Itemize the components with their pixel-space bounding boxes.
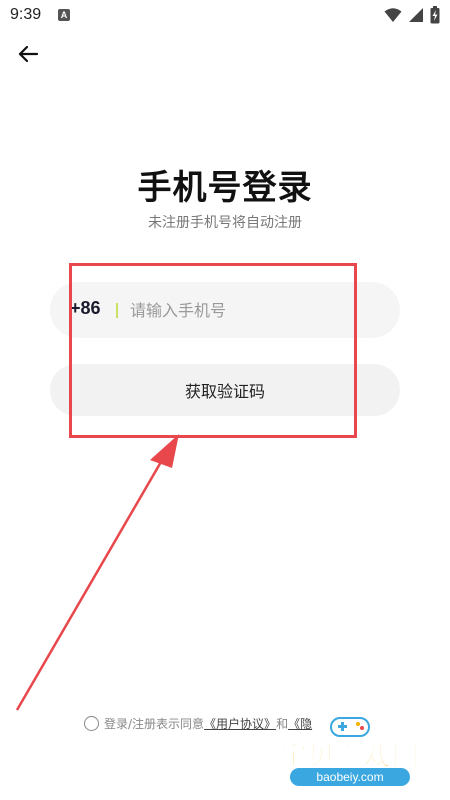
agreement-and: 和 [276, 716, 289, 731]
watermark-url: baobeiy.com [290, 768, 410, 786]
arrow-left-icon [17, 43, 39, 69]
agreement-line: 登录/注册表示同意 《用户协议》 和 《隐 [84, 712, 312, 734]
country-code[interactable]: +86 [70, 298, 101, 319]
page-title: 手机号登录 [137, 168, 313, 208]
get-code-button[interactable]: 获取验证码 [50, 364, 400, 416]
back-button[interactable] [14, 42, 42, 70]
user-agreement-link[interactable]: 《用户协议》 [204, 715, 276, 732]
status-bar: 9:39 A [0, 0, 450, 32]
status-time: 9:39 [10, 6, 42, 23]
page-subtitle: 未注册手机号将自动注册 [148, 215, 302, 231]
app-notification-icon: A [58, 9, 70, 21]
privacy-policy-link[interactable]: 《隐 [288, 715, 312, 732]
signal-icon [408, 7, 424, 23]
field-divider [116, 303, 118, 318]
battery-icon [430, 6, 440, 24]
wifi-icon [384, 7, 402, 23]
agreement-text: 登录/注册表示同意 [104, 716, 205, 731]
gamepad-icon [328, 714, 372, 744]
agree-radio-button[interactable] [84, 715, 99, 731]
status-icons [384, 6, 440, 24]
watermark-title: 宝贝游戏网 [280, 741, 420, 773]
phone-input[interactable] [130, 296, 380, 324]
phone-field[interactable]: +86 [50, 282, 400, 338]
